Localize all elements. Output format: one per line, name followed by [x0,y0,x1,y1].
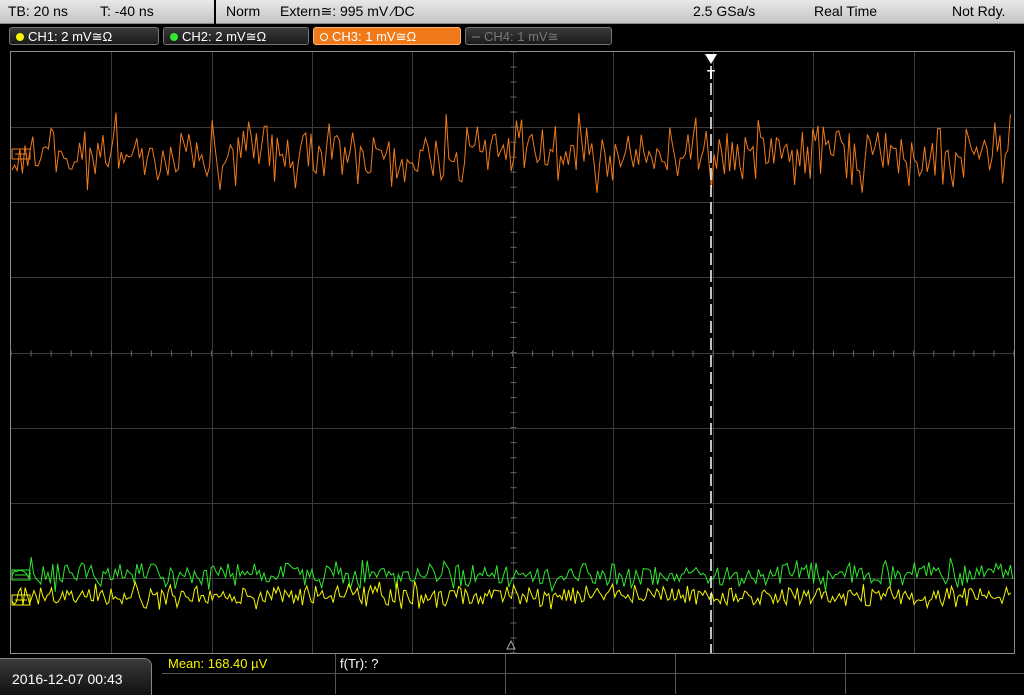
datetime-panel: 2016-12-07 00:43 [0,658,152,695]
channel-1-label: CH1: 2 mV≅Ω [28,29,113,44]
channel-2-button[interactable]: CH2: 2 mV≅Ω [163,27,309,45]
measurement-cell-empty-4[interactable] [162,674,336,694]
channel-4-off-icon [472,36,480,38]
channel-2-label: CH2: 2 mV≅Ω [182,29,267,44]
measurement-cell-empty-5[interactable] [336,674,506,694]
measurement-cell-empty-6[interactable] [506,674,676,694]
channel-3-trace [11,112,1011,193]
channel-1-button[interactable]: CH1: 2 mV≅Ω [9,27,159,45]
trigger-panel[interactable]: Norm Extern≅: 995 mV ⁄DC 2.5 GSa/s Real … [216,0,1024,24]
measurement-cell-empty-2[interactable] [676,654,846,674]
trigger-time-value[interactable]: T: -40 ns [100,3,154,19]
trigger-source[interactable]: Extern≅: 995 mV ⁄DC [280,3,415,20]
trigger-marker-label: T [707,67,715,82]
measurement-freq: f(Tr): ? [340,656,379,671]
measurement-cell-mean[interactable]: Mean: 168.40 µV [162,654,336,674]
channel-1-dot-icon [16,33,24,41]
channel-1-trace [11,580,1012,610]
graticule [11,52,1014,653]
timebase-value[interactable]: TB: 20 ns [8,3,68,19]
waveform-plot[interactable]: T [11,52,1014,653]
timebase-panel[interactable]: TB: 20 ns T: -40 ns [0,0,214,24]
channel-3-dot-icon [320,33,328,41]
channel-4-label: CH4: 1 mV≅ [484,29,559,44]
measurement-cell-empty-7[interactable] [676,674,846,694]
channel-3-button[interactable]: CH3: 1 mV≅Ω [313,27,461,45]
channel-4-button[interactable]: CH4: 1 mV≅ [465,27,612,45]
measurement-cell-empty-3[interactable] [846,654,1024,674]
measurement-cell-empty-1[interactable] [506,654,676,674]
measurement-cell-empty-8[interactable] [846,674,1024,694]
measurement-mean: Mean: 168.40 µV [168,656,268,671]
channel-2-dot-icon [170,33,178,41]
measurement-cell-freq[interactable]: f(Tr): ? [336,654,506,674]
channel-bar: CH1: 2 mV≅Ω CH2: 2 mV≅Ω CH3: 1 mV≅Ω CH4:… [0,24,1024,48]
trigger-position-arrow-icon[interactable] [705,54,717,64]
bottom-bar: 2016-12-07 00:43 Mean: 168.40 µV f(Tr): … [0,654,1024,695]
datetime: 2016-12-07 00:43 [12,671,123,687]
trigger-mode[interactable]: Norm [226,3,260,19]
measurement-table[interactable]: Mean: 168.40 µV f(Tr): ? [162,654,1024,695]
status-bar: TB: 20 ns T: -40 ns Norm Extern≅: 995 mV… [0,0,1024,24]
acquisition-mode[interactable]: Real Time [814,3,877,19]
channel-3-label: CH3: 1 mV≅Ω [332,29,417,44]
sample-rate[interactable]: 2.5 GSa/s [693,3,755,19]
acquisition-state: Not Rdy. [952,3,1006,19]
waveform-display[interactable]: T [10,51,1015,654]
